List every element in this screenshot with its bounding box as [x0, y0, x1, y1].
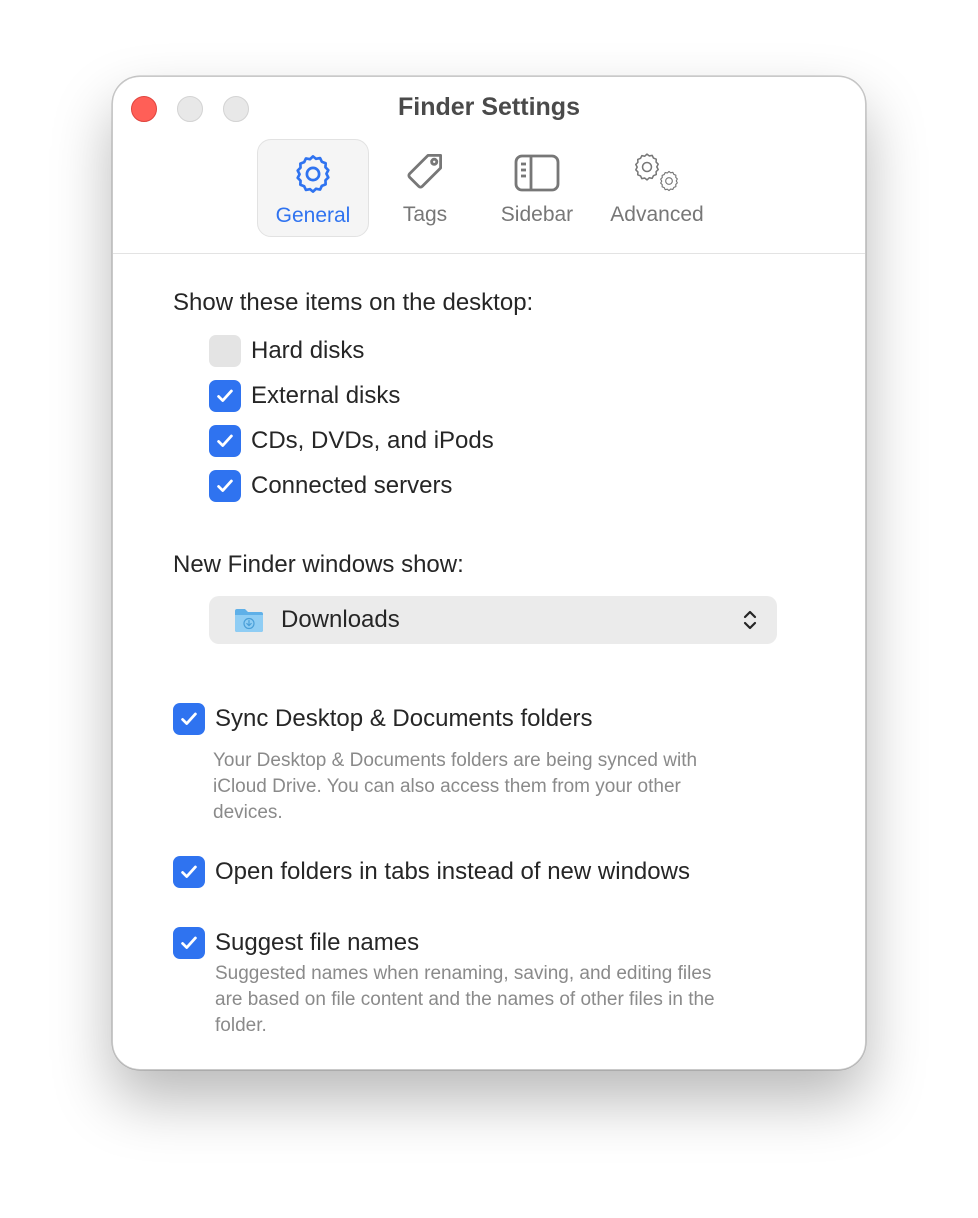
new-window-heading: New Finder windows show: [173, 551, 464, 578]
finder-settings-window: Finder Settings General Tags Sidebar Adv… [112, 76, 866, 1070]
suggest-desc-line-2: are based on file content and the names … [215, 989, 715, 1010]
tab-tags[interactable]: Tags [369, 139, 481, 237]
sync-desc-line-1: Your Desktop & Documents folders are bei… [213, 750, 698, 771]
tab-general-label: General [275, 204, 351, 227]
checkbox-row-open-in-tabs[interactable]: Open folders in tabs instead of new wind… [173, 856, 690, 888]
checkbox-row-sync-desktop[interactable]: Sync Desktop & Documents folders [173, 703, 593, 735]
tab-sidebar[interactable]: Sidebar [481, 139, 593, 237]
checkbox-row-connected-servers[interactable]: Connected servers [209, 470, 452, 502]
connected-servers-checkbox[interactable] [209, 470, 241, 502]
checkmark-icon [181, 936, 197, 949]
suggest-names-description: Suggested names when renaming, saving, a… [215, 961, 795, 1039]
checkbox-row-hard-disks[interactable]: Hard disks [209, 335, 364, 367]
tab-advanced[interactable]: Advanced [593, 139, 721, 237]
gears-icon [629, 147, 685, 199]
checkbox-row-external-disks[interactable]: External disks [209, 380, 400, 412]
sync-desc-line-3: devices. [213, 802, 283, 823]
window-title: Finder Settings [398, 93, 580, 121]
downloads-folder-icon [235, 609, 263, 632]
suggest-desc-line-3: folder. [215, 1015, 267, 1036]
hard-disks-checkbox[interactable] [209, 335, 241, 367]
connected-servers-label: Connected servers [251, 472, 453, 499]
suggest-desc-line-1: Suggested names when renaming, saving, a… [215, 963, 712, 984]
gear-icon [290, 148, 336, 200]
tag-icon [401, 147, 449, 199]
sync-desktop-description: Your Desktop & Documents folders are bei… [213, 748, 793, 826]
open-in-tabs-label: Open folders in tabs instead of new wind… [215, 858, 690, 885]
external-disks-label: External disks [251, 382, 401, 409]
tab-tags-label: Tags [402, 203, 448, 226]
checkmark-icon [217, 479, 233, 492]
external-disks-checkbox[interactable] [209, 380, 241, 412]
sync-desktop-checkbox[interactable] [173, 703, 205, 735]
tab-advanced-label: Advanced [610, 203, 704, 226]
checkmark-icon [217, 434, 233, 447]
tab-general[interactable]: General [257, 139, 369, 237]
checkmark-icon [181, 865, 197, 878]
checkmark-icon [217, 389, 233, 402]
suggest-names-checkbox[interactable] [173, 927, 205, 959]
new-window-selected-value: Downloads [281, 606, 400, 633]
hard-disks-label: Hard disks [251, 337, 365, 364]
toolbar-divider [113, 253, 865, 254]
chevron-updown-icon [743, 610, 757, 630]
sync-desktop-label: Sync Desktop & Documents folders [215, 705, 593, 732]
sync-desc-line-2: iCloud Drive. You can also access them f… [213, 776, 681, 797]
open-in-tabs-checkbox[interactable] [173, 856, 205, 888]
tab-sidebar-label: Sidebar [500, 203, 574, 226]
suggest-names-label: Suggest file names [215, 929, 420, 956]
cds-dvds-ipods-checkbox[interactable] [209, 425, 241, 457]
checkbox-row-cds-dvds[interactable]: CDs, DVDs, and iPods [209, 425, 494, 457]
new-window-popup[interactable]: Downloads [209, 596, 777, 644]
settings-toolbar: General Tags Sidebar Advanced [113, 139, 865, 253]
cds-dvds-ipods-label: CDs, DVDs, and iPods [251, 427, 494, 454]
checkmark-icon [181, 712, 197, 725]
sidebar-icon [513, 147, 561, 199]
checkbox-row-suggest-names[interactable]: Suggest file names [173, 927, 419, 959]
desktop-items-heading: Show these items on the desktop: [173, 289, 534, 316]
